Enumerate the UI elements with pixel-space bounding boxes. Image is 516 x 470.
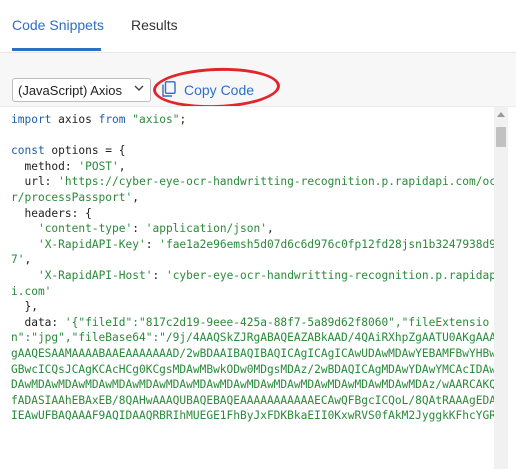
code-line: headers: { bbox=[11, 206, 491, 222]
vertical-scrollbar[interactable] bbox=[494, 107, 508, 469]
code-token: , bbox=[266, 222, 274, 236]
chevron-down-icon bbox=[134, 85, 144, 91]
code-token: , bbox=[24, 253, 32, 267]
code-token: n":"jpg","fileBase64":"/9j/4AAQSkZJRgABA… bbox=[11, 331, 503, 345]
code-line: 'X-RapidAPI-Host': 'cyber-eye-ocr-handwr… bbox=[11, 268, 496, 284]
code-token: IEAwUFBAQAAAF9AQIDAAQRBRIhMUEGE1FhByJxFD… bbox=[11, 409, 503, 423]
code-token: fADASIAAhEBAxEB/8QAHwAAAQUBAQEBAQEAAAAAA… bbox=[11, 393, 503, 407]
code-token: 'cyber-eye-ocr-handwritting-recognition.… bbox=[165, 268, 496, 282]
code-token: options = { bbox=[44, 144, 126, 158]
code-token: axios bbox=[51, 113, 99, 126]
code-token: DAwMDAwMDAwMDAwMDAwMDAwMDAwMDAwMDAwMDAwM… bbox=[11, 378, 503, 392]
code-token: 'https://cyber-eye-ocr-handwritting-reco… bbox=[58, 175, 496, 189]
code-line: import axios from "axios"; bbox=[11, 112, 491, 128]
code-line: data: '{"fileId":"817c2d19-9eee-425a-88f… bbox=[11, 315, 491, 331]
code-line: fADASIAAhEBAxEB/8QAHwAAAQUBAQEBAQEAAAAAA… bbox=[11, 393, 503, 409]
scroll-up-arrow-icon[interactable] bbox=[497, 112, 505, 117]
code-token: from bbox=[98, 113, 126, 126]
code-block: import axios from "axios"; const options … bbox=[11, 112, 503, 424]
code-token: , bbox=[132, 190, 139, 204]
code-line: i.com' bbox=[11, 284, 491, 300]
code-line: 'X-RapidAPI-Key': 'fae1a2e96emsh5d07d6c6… bbox=[11, 237, 496, 253]
code-token: '{"fileId":"817c2d19-9eee-425a-88f7-5a89… bbox=[64, 315, 490, 329]
code-token: 7' bbox=[11, 253, 25, 267]
code-token: : bbox=[152, 268, 166, 282]
code-line: url: 'https://cyber-eye-ocr-handwritting… bbox=[11, 174, 496, 190]
scrollbar-thumb[interactable] bbox=[496, 127, 506, 147]
code-token: GBwcICQsJCAgKCAcHCg0KCgsMDAwMBwkODw0MDgs… bbox=[11, 362, 503, 376]
code-token: import bbox=[11, 113, 52, 126]
code-line: const options = { bbox=[11, 143, 491, 159]
code-token: : bbox=[132, 222, 146, 236]
code-token: headers: { bbox=[11, 206, 92, 220]
code-token: i.com' bbox=[11, 284, 52, 298]
code-token: url: bbox=[11, 175, 59, 189]
code-token: 'application/json' bbox=[145, 222, 267, 236]
code-token: data: bbox=[11, 315, 65, 329]
active-tab-indicator bbox=[12, 48, 101, 51]
code-line: }, bbox=[11, 299, 491, 315]
code-token: gAAQESAAMAAAABAAEAAAAAAAD/2wBDAAIBAQIBAQ… bbox=[11, 346, 503, 360]
code-line: r/processPassport', bbox=[11, 190, 491, 206]
tab-results[interactable]: Results bbox=[131, 17, 178, 33]
code-line: gAAQESAAMAAAABAAEAAAAAAAD/2wBDAAIBAQIBAQ… bbox=[11, 346, 503, 362]
code-line: IEAwUFBAQAAAF9AQIDAAQRBRIhMUEGE1FhByJxFD… bbox=[11, 408, 503, 424]
code-token: 'fae1a2e96emsh5d07d6c6d976c0fp12fd28jsn1… bbox=[159, 237, 496, 251]
language-select-value: (JavaScript) Axios bbox=[18, 83, 123, 98]
code-token: 'X-RapidAPI-Host' bbox=[37, 268, 153, 282]
code-line: 'content-type': 'application/json', bbox=[11, 221, 491, 237]
code-token: }, bbox=[11, 300, 38, 314]
language-select[interactable]: (JavaScript) Axios bbox=[12, 78, 151, 102]
code-token: 'X-RapidAPI-Key' bbox=[37, 237, 146, 251]
code-token: const bbox=[11, 144, 45, 158]
code-token: r/processPassport' bbox=[11, 190, 133, 204]
code-line: GBwcICQsJCAgKCAcHCg0KCgsMDAwMBwkODw0MDgs… bbox=[11, 362, 503, 378]
code-token: , bbox=[118, 159, 126, 173]
code-token: method: bbox=[11, 159, 79, 173]
code-token: : bbox=[145, 237, 160, 251]
tab-code-snippets[interactable]: Code Snippets bbox=[12, 17, 104, 33]
code-line: DAwMDAwMDAwMDAwMDAwMDAwMDAwMDAwMDAwMDAwM… bbox=[11, 377, 503, 393]
code-line: 7', bbox=[11, 252, 491, 268]
tab-bar: Code Snippets Results bbox=[0, 0, 516, 53]
code-token: ; bbox=[179, 113, 187, 126]
code-token: 'POST' bbox=[78, 159, 119, 173]
code-panel: import axios from "axios"; const options … bbox=[0, 106, 516, 470]
code-line: method: 'POST', bbox=[11, 159, 491, 175]
code-line: n":"jpg","fileBase64":"/9j/4AAQSkZJRgABA… bbox=[11, 330, 503, 346]
code-token: "axios" bbox=[132, 113, 180, 126]
code-token: 'content-type' bbox=[37, 222, 133, 236]
